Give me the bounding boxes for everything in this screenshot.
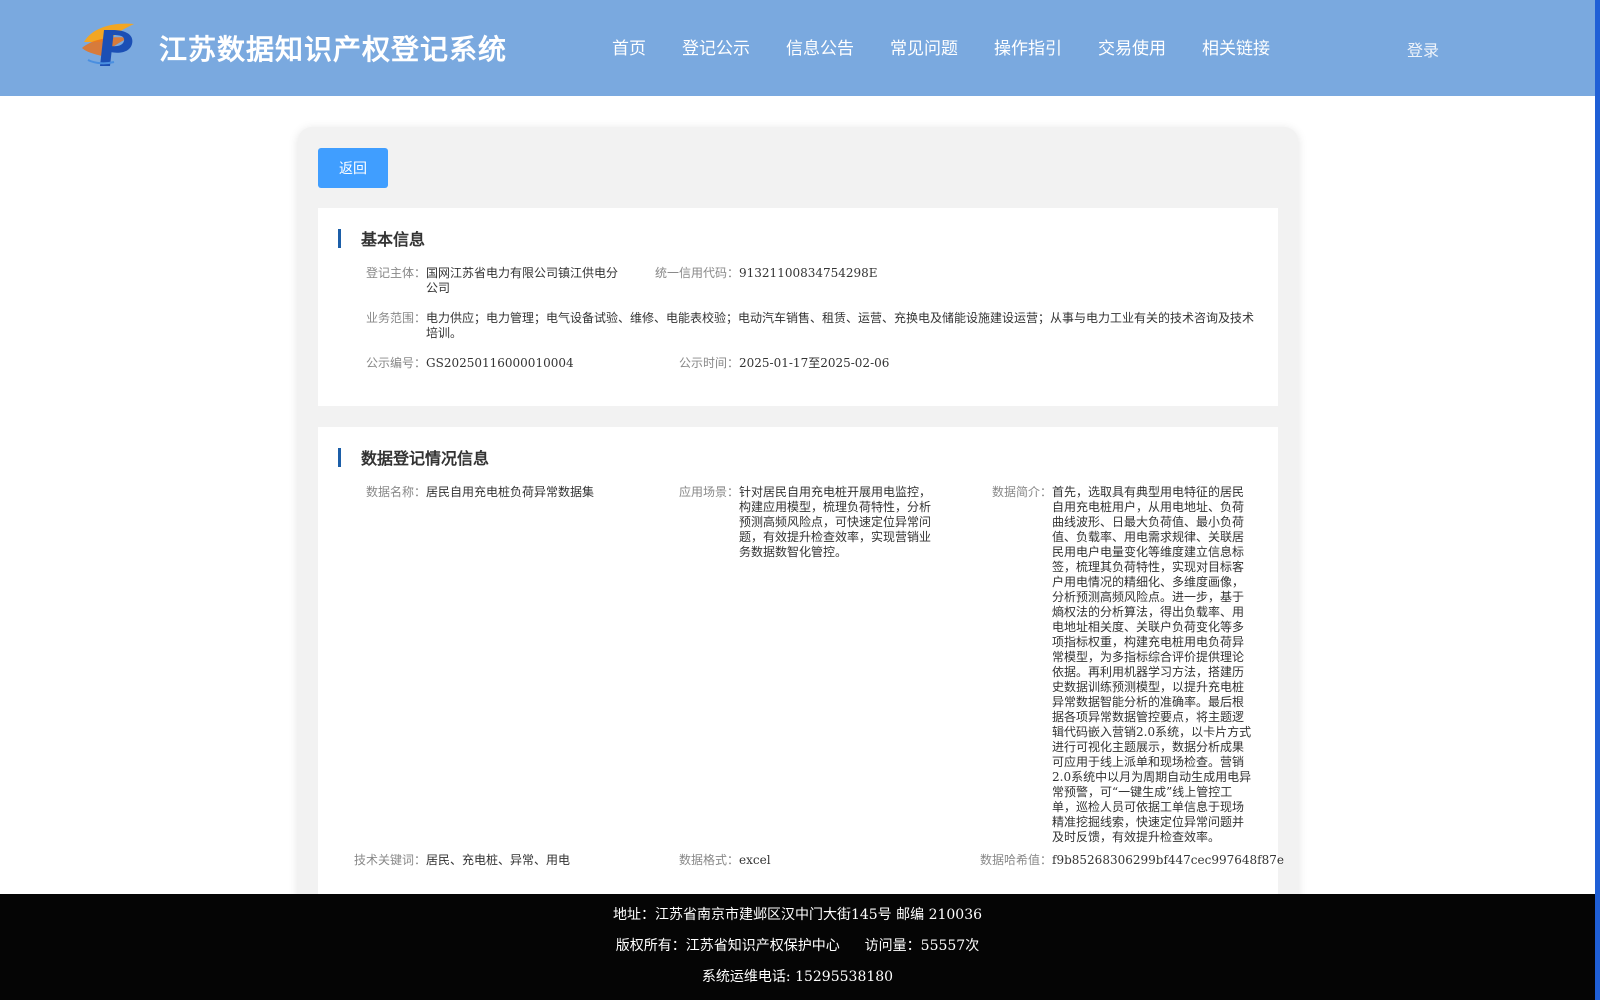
field-label: 技术关键词： <box>354 853 427 867</box>
field-label: 业务范围： <box>366 311 427 325</box>
footer-address: 地址：江苏省南京市建邺区汉中门大街145号 邮编 210036 <box>612 907 983 923</box>
field-value: f9b85268306299bf447cec997648f87e <box>1052 853 1284 867</box>
field-value: 针对居民自用充电桩开展用电监控，构建应用模型，梳理负荷特性，分析预测高频风险点，… <box>739 485 932 559</box>
field-value: 居民、充电桩、异常、用电 <box>426 853 571 867</box>
field-label: 登记主体： <box>366 266 427 280</box>
field-subject: 登记主体： 国网江苏省电力有限公司镇江供电分公司 <box>366 266 622 296</box>
nav-faq[interactable]: 常见问题 <box>890 34 958 59</box>
nav-home[interactable]: 首页 <box>612 34 646 59</box>
footer-phone: 系统运维电话: 15295538180 <box>701 969 894 985</box>
field-label: 数据名称： <box>366 485 427 499</box>
section-bar <box>338 228 341 248</box>
field-value: 国网江苏省电力有限公司镇江供电分公司 <box>426 266 619 295</box>
nav-announcements[interactable]: 信息公告 <box>786 34 854 59</box>
field-data-hash: 数据哈希值： f9b85268306299bf447cec997648f87e <box>980 853 1284 868</box>
field-credit-code: 统一信用代码： 91321100834754298E <box>655 266 878 281</box>
page-footer: 地址：江苏省南京市建邺区汉中门大街145号 邮编 210036 版权所有：江苏省… <box>0 894 1595 1000</box>
field-label: 统一信用代码： <box>655 266 740 280</box>
field-label: 应用场景： <box>679 485 740 499</box>
nav-related-links[interactable]: 相关链接 <box>1202 34 1270 59</box>
field-value: 居民自用充电桩负荷异常数据集 <box>426 485 595 499</box>
footer-visits: 访问量：55557次 <box>864 938 980 954</box>
site-logo-icon[interactable] <box>80 20 140 70</box>
footer-copyright: 版权所有：江苏省知识产权保护中心 <box>615 938 840 954</box>
field-business-scope: 业务范围： 电力供应；电力管理；电气设备试验、维修、电能表校验；电动汽车销售、租… <box>366 311 1258 341</box>
field-keywords: 技术关键词： 居民、充电桩、异常、用电 <box>354 853 570 868</box>
field-application-scene: 应用场景： 针对居民自用充电桩开展用电监控，构建应用模型，梳理负荷特性，分析预测… <box>679 485 935 560</box>
field-label: 公示时间： <box>679 356 740 370</box>
field-value: 电力供应；电力管理；电气设备试验、维修、电能表校验；电动汽车销售、租赁、运营、充… <box>426 311 1255 340</box>
field-value: GS20250116000010004 <box>426 356 574 370</box>
nav-guide[interactable]: 操作指引 <box>994 34 1062 59</box>
field-publication-number: 公示编号： GS20250116000010004 <box>366 356 574 371</box>
field-value: 2025-01-17至2025-02-06 <box>739 356 890 370</box>
field-data-name: 数据名称： 居民自用充电桩负荷异常数据集 <box>366 485 646 500</box>
field-label: 公示编号： <box>366 356 427 370</box>
basic-info-section: 基本信息 登记主体： 国网江苏省电力有限公司镇江供电分公司 统一信用代码： 91… <box>318 208 1278 406</box>
main-nav: 首页 登记公示 信息公告 常见问题 操作指引 交易使用 相关链接 <box>612 34 1306 59</box>
back-button[interactable]: 返回 <box>318 148 388 188</box>
scrollbar-strip[interactable] <box>1595 0 1600 1000</box>
section-title: 数据登记情况信息 <box>361 449 490 468</box>
field-data-intro: 数据简介： 首先，选取具有典型用电特征的居民自用充电桩用户，从用电地址、负荷曲线… <box>992 485 1252 845</box>
nav-trade-use[interactable]: 交易使用 <box>1098 34 1166 59</box>
field-label: 数据格式： <box>679 853 740 867</box>
login-link[interactable]: 登录 <box>1407 37 1439 61</box>
section-header: 基本信息 <box>338 228 426 249</box>
field-publication-time: 公示时间： 2025-01-17至2025-02-06 <box>679 356 889 371</box>
top-header: 江苏数据知识产权登记系统 首页 登记公示 信息公告 常见问题 操作指引 交易使用… <box>0 0 1595 96</box>
section-header: 数据登记情况信息 <box>338 447 490 468</box>
field-value: excel <box>739 853 771 867</box>
site-title: 江苏数据知识产权登记系统 <box>159 33 508 66</box>
field-data-format: 数据格式： excel <box>679 853 771 868</box>
field-value: 首先，选取具有典型用电特征的居民自用充电桩用户，从用电地址、负荷曲线波形、日最大… <box>1052 485 1252 844</box>
nav-registration-notice[interactable]: 登记公示 <box>682 34 750 59</box>
field-label: 数据哈希值： <box>980 853 1053 867</box>
section-title: 基本信息 <box>361 230 426 249</box>
field-label: 数据简介： <box>992 485 1053 499</box>
footer-copyright-line: 版权所有：江苏省知识产权保护中心 访问量：55557次 <box>0 935 1595 955</box>
section-bar <box>338 447 341 467</box>
detail-card: 返回 基本信息 登记主体： 国网江苏省电力有限公司镇江供电分公司 统一信用代码：… <box>298 127 1298 1000</box>
field-value: 91321100834754298E <box>739 266 878 280</box>
